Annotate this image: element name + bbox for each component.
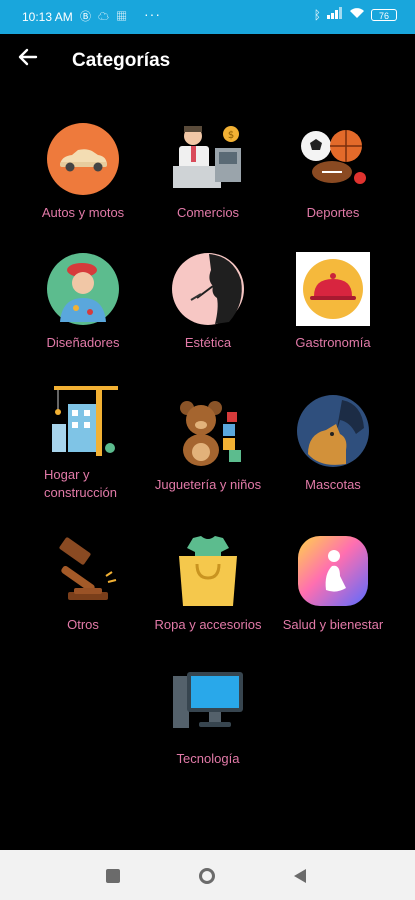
category-label: Hogar y construcción: [44, 467, 117, 500]
gavel-icon: [46, 534, 120, 608]
car-icon: [46, 122, 120, 196]
category-mascotas[interactable]: Mascotas: [268, 394, 398, 494]
sports-balls-icon: [296, 122, 370, 196]
system-nav-bar: [0, 850, 415, 900]
category-tecnologia[interactable]: Tecnología: [143, 668, 273, 768]
arrow-left-icon[interactable]: [18, 46, 38, 74]
app-bar: Categorías: [0, 34, 415, 90]
category-jugueteria[interactable]: Juguetería y niños: [143, 394, 273, 494]
status-bar: 10:13 AM Ⓑ ☁ ▦ ··· ᛒ 76: [0, 0, 415, 34]
category-label: Autos y motos: [41, 205, 125, 220]
category-label: Comercios: [176, 205, 240, 220]
category-disenadores[interactable]: Diseñadores: [18, 252, 148, 352]
painter-icon: [46, 252, 120, 326]
category-estetica[interactable]: Estética: [143, 252, 273, 352]
recent-apps-icon[interactable]: [106, 869, 120, 883]
category-label: Diseñadores: [46, 335, 120, 350]
back-triangle-icon[interactable]: [294, 869, 306, 883]
category-comercios[interactable]: $ Comercios: [143, 122, 273, 222]
category-deportes[interactable]: Deportes: [268, 122, 398, 222]
page-title: Categorías: [72, 50, 171, 71]
svg-text:$: $: [228, 130, 234, 141]
computer-icon: [171, 668, 245, 742]
notification-icons: Ⓑ ☁ ▦: [80, 11, 130, 23]
category-label: Gastronomía: [295, 335, 371, 350]
category-ropa[interactable]: Ropa y accesorios: [143, 534, 273, 634]
signal-icon: [327, 7, 343, 22]
cloche-icon: [296, 252, 370, 326]
pets-icon: [296, 394, 370, 468]
wellness-icon: [296, 534, 370, 608]
category-label: Juguetería y niños: [154, 477, 262, 492]
category-label: Mascotas: [305, 477, 361, 492]
wifi-icon: [349, 7, 365, 22]
category-label: Otros: [67, 617, 99, 632]
category-label: Tecnología: [176, 751, 240, 766]
category-label: Salud y bienestar: [282, 617, 384, 632]
category-autos[interactable]: Autos y motos: [18, 122, 148, 222]
teddy-bear-icon: [171, 394, 245, 468]
bluetooth-icon: ᛒ: [313, 7, 321, 22]
category-salud[interactable]: Salud y bienestar: [268, 534, 398, 634]
shop-cashier-icon: $: [171, 122, 245, 196]
shopping-bag-icon: [171, 534, 245, 608]
category-gastronomia[interactable]: Gastronomía: [268, 252, 398, 352]
more-notifications-icon: ···: [144, 6, 161, 22]
status-time: 10:13 AM: [22, 10, 73, 24]
home-icon[interactable]: [199, 868, 215, 884]
category-label: Estética: [184, 335, 232, 350]
category-label: Deportes: [306, 205, 360, 220]
category-hogar[interactable]: Hogar y construcción: [18, 384, 148, 502]
category-otros[interactable]: Otros: [18, 534, 148, 634]
crane-building-icon: [46, 384, 120, 458]
beauty-face-icon: [171, 252, 245, 326]
category-label: Ropa y accesorios: [154, 617, 262, 632]
status-right: ᛒ 76: [314, 7, 397, 22]
battery-icon: 76: [371, 8, 397, 21]
